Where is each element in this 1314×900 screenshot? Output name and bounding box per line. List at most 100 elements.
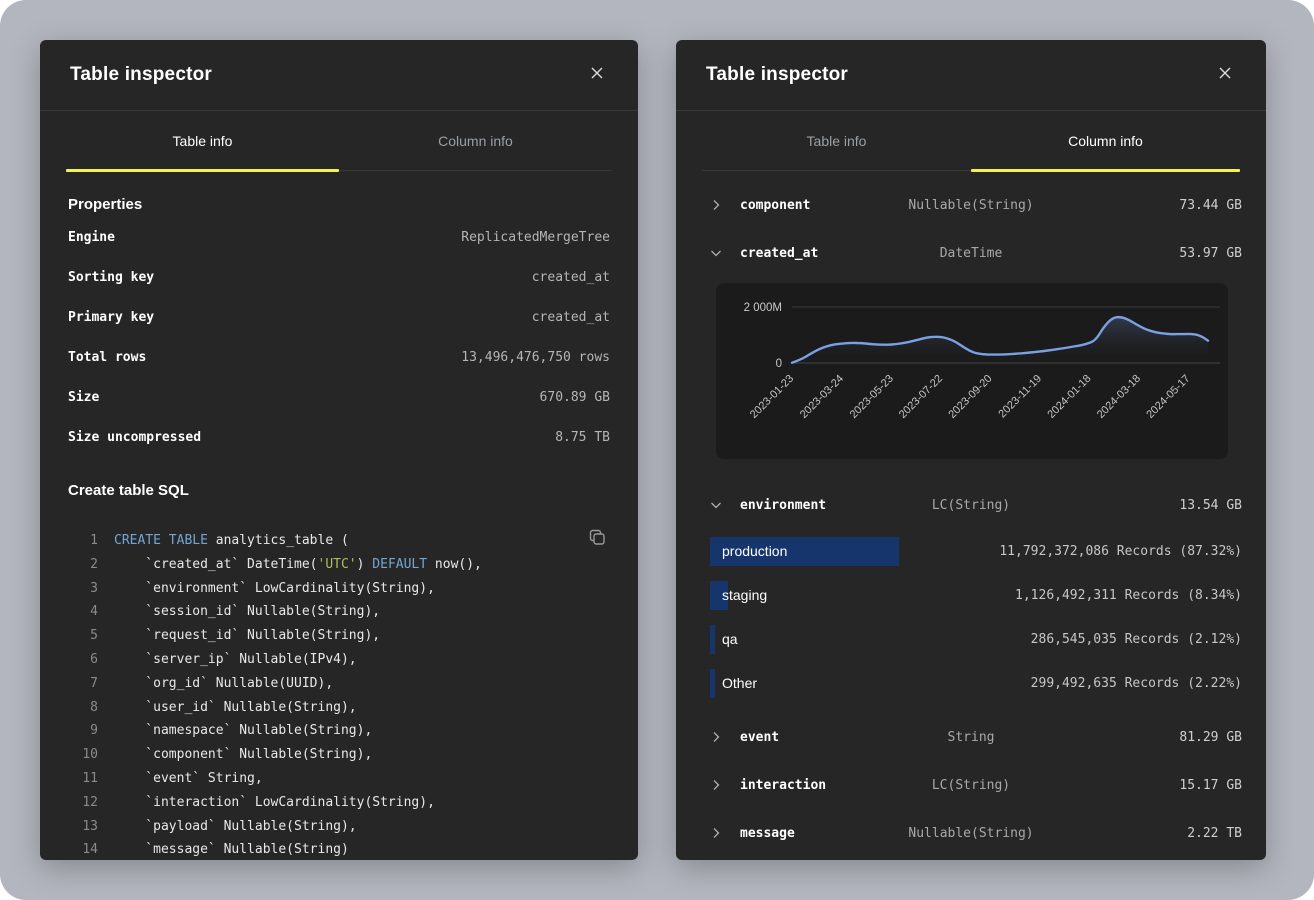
sql-line: 5 `request_id` Nullable(String),: [68, 624, 610, 648]
bar-label: qa: [722, 631, 738, 647]
sql-line: 12 `interaction` LowCardinality(String),: [68, 791, 610, 815]
column-name: environment: [740, 498, 826, 513]
property-row-total-rows: Total rows 13,496,476,750 rows: [68, 337, 610, 377]
properties-heading: Properties: [68, 191, 610, 217]
tab-column-info[interactable]: Column info: [339, 111, 612, 170]
sql-line: 6 `server_ip` Nullable(IPv4),: [68, 648, 610, 672]
tab-label: Column info: [438, 133, 513, 149]
column-row-component[interactable]: component Nullable(String) 73.44 GB: [700, 181, 1242, 229]
bar-label: staging: [722, 587, 767, 603]
sql-line: 1CREATE TABLE analytics_table (: [68, 529, 610, 553]
area-chart: 2 000M0 2023-01-232023-03-242023-05-2320…: [716, 283, 1228, 459]
column-name: message: [740, 826, 795, 841]
sql-line: 14 `message` Nullable(String): [68, 838, 610, 860]
modal-header: Table inspector: [676, 40, 1266, 111]
svg-text:2024-03-18: 2024-03-18: [1095, 373, 1143, 421]
bar-value: 11,792,372,086 Records (87.32%): [999, 544, 1242, 559]
tab-table-info[interactable]: Table info: [702, 111, 971, 170]
column-name: event: [740, 730, 779, 745]
bar-row-qa: qa 286,545,035 Records (2.12%): [700, 617, 1242, 661]
property-value: 13,496,476,750 rows: [461, 350, 610, 365]
svg-text:0: 0: [776, 358, 782, 370]
sql-line: 9 `namespace` Nullable(String),: [68, 719, 610, 743]
bar-fill: [710, 625, 715, 654]
modal-title: Table inspector: [70, 64, 212, 86]
chevron-down-icon: [700, 247, 740, 259]
tab-label: Table info: [807, 133, 867, 149]
bar-value: 299,492,635 Records (2.22%): [1031, 676, 1242, 691]
svg-text:2024-01-18: 2024-01-18: [1045, 373, 1093, 421]
chevron-down-icon: [700, 499, 740, 511]
tab-label: Table info: [173, 133, 233, 149]
property-value: ReplicatedMergeTree: [461, 230, 610, 245]
bar-value: 286,545,035 Records (2.12%): [1031, 632, 1242, 647]
svg-text:2023-03-24: 2023-03-24: [798, 373, 846, 421]
tab-label: Column info: [1068, 133, 1143, 149]
bar-label: Other: [722, 675, 757, 691]
property-row-primary-key: Primary key created_at: [68, 297, 610, 337]
svg-text:2 000M: 2 000M: [744, 302, 782, 314]
tab-table-info[interactable]: Table info: [66, 111, 339, 170]
sql-line: 4 `session_id` Nullable(String),: [68, 600, 610, 624]
copy-sql-button[interactable]: [586, 531, 608, 553]
column-size: 15.17 GB: [1179, 778, 1242, 793]
column-row-environment[interactable]: environment LC(String) 13.54 GB: [700, 481, 1242, 529]
create-table-sql-heading: Create table SQL: [68, 477, 610, 503]
table-inspector-modal-table-info: Table inspector Table info Column info P…: [40, 40, 638, 860]
chevron-right-icon: [700, 731, 740, 743]
column-list: component Nullable(String) 73.44 GB crea…: [676, 171, 1266, 857]
chevron-right-icon: [700, 779, 740, 791]
property-label: Size uncompressed: [68, 430, 201, 445]
backdrop: Table inspector Table info Column info P…: [0, 0, 1314, 900]
property-value: created_at: [532, 310, 610, 325]
column-name: created_at: [740, 246, 818, 261]
column-row-message[interactable]: message Nullable(String) 2.22 TB: [700, 809, 1242, 857]
sql-line: 8 `user_id` Nullable(String),: [68, 696, 610, 720]
bar-fill: [710, 669, 715, 698]
sql-lines: 1CREATE TABLE analytics_table (2 `create…: [68, 529, 610, 860]
property-label: Sorting key: [68, 270, 154, 285]
tab-column-info[interactable]: Column info: [971, 111, 1240, 170]
column-size: 13.54 GB: [1179, 498, 1242, 513]
svg-text:2023-05-23: 2023-05-23: [848, 373, 896, 421]
column-row-event[interactable]: event String 81.29 GB: [700, 713, 1242, 761]
chevron-right-icon: [700, 827, 740, 839]
tab-bar: Table info Column info: [702, 111, 1240, 171]
property-row-engine: Engine ReplicatedMergeTree: [68, 217, 610, 257]
property-label: Engine: [68, 230, 115, 245]
close-button[interactable]: [1214, 64, 1236, 86]
column-type: DateTime: [940, 246, 1003, 261]
tab-bar: Table info Column info: [66, 111, 612, 171]
column-size: 53.97 GB: [1179, 246, 1242, 261]
sql-line: 2 `created_at` DateTime('UTC') DEFAULT n…: [68, 553, 610, 577]
property-label: Primary key: [68, 310, 154, 325]
column-size: 2.22 TB: [1187, 826, 1242, 841]
property-row-sorting-key: Sorting key created_at: [68, 257, 610, 297]
table-inspector-modal-column-info: Table inspector Table info Column info c…: [676, 40, 1266, 860]
close-icon: [1219, 66, 1231, 84]
column-type: Nullable(String): [908, 198, 1033, 213]
svg-text:2024-05-17: 2024-05-17: [1144, 373, 1192, 421]
property-label: Total rows: [68, 350, 146, 365]
column-size: 73.44 GB: [1179, 198, 1242, 213]
property-value: 670.89 GB: [540, 390, 610, 405]
svg-text:2023-09-20: 2023-09-20: [946, 373, 994, 421]
svg-text:2023-07-22: 2023-07-22: [897, 373, 945, 421]
column-row-created-at[interactable]: created_at DateTime 53.97 GB: [700, 229, 1242, 277]
sql-line: 7 `org_id` Nullable(UUID),: [68, 672, 610, 696]
chevron-right-icon: [700, 199, 740, 211]
bar-row-staging: staging 1,126,492,311 Records (8.34%): [700, 573, 1242, 617]
column-size: 81.29 GB: [1179, 730, 1242, 745]
sql-code-block: 1CREATE TABLE analytics_table (2 `create…: [68, 529, 610, 860]
close-icon: [591, 66, 603, 84]
property-value: 8.75 TB: [555, 430, 610, 445]
close-button[interactable]: [586, 64, 608, 86]
copy-icon: [589, 529, 606, 555]
svg-text:2023-01-23: 2023-01-23: [748, 373, 796, 421]
table-info-content: Properties Engine ReplicatedMergeTree So…: [40, 191, 638, 860]
column-row-interaction[interactable]: interaction LC(String) 15.17 GB: [700, 761, 1242, 809]
sql-line: 11 `event` String,: [68, 767, 610, 791]
property-label: Size: [68, 390, 99, 405]
bar-label: production: [722, 543, 787, 559]
property-row-size: Size 670.89 GB: [68, 377, 610, 417]
